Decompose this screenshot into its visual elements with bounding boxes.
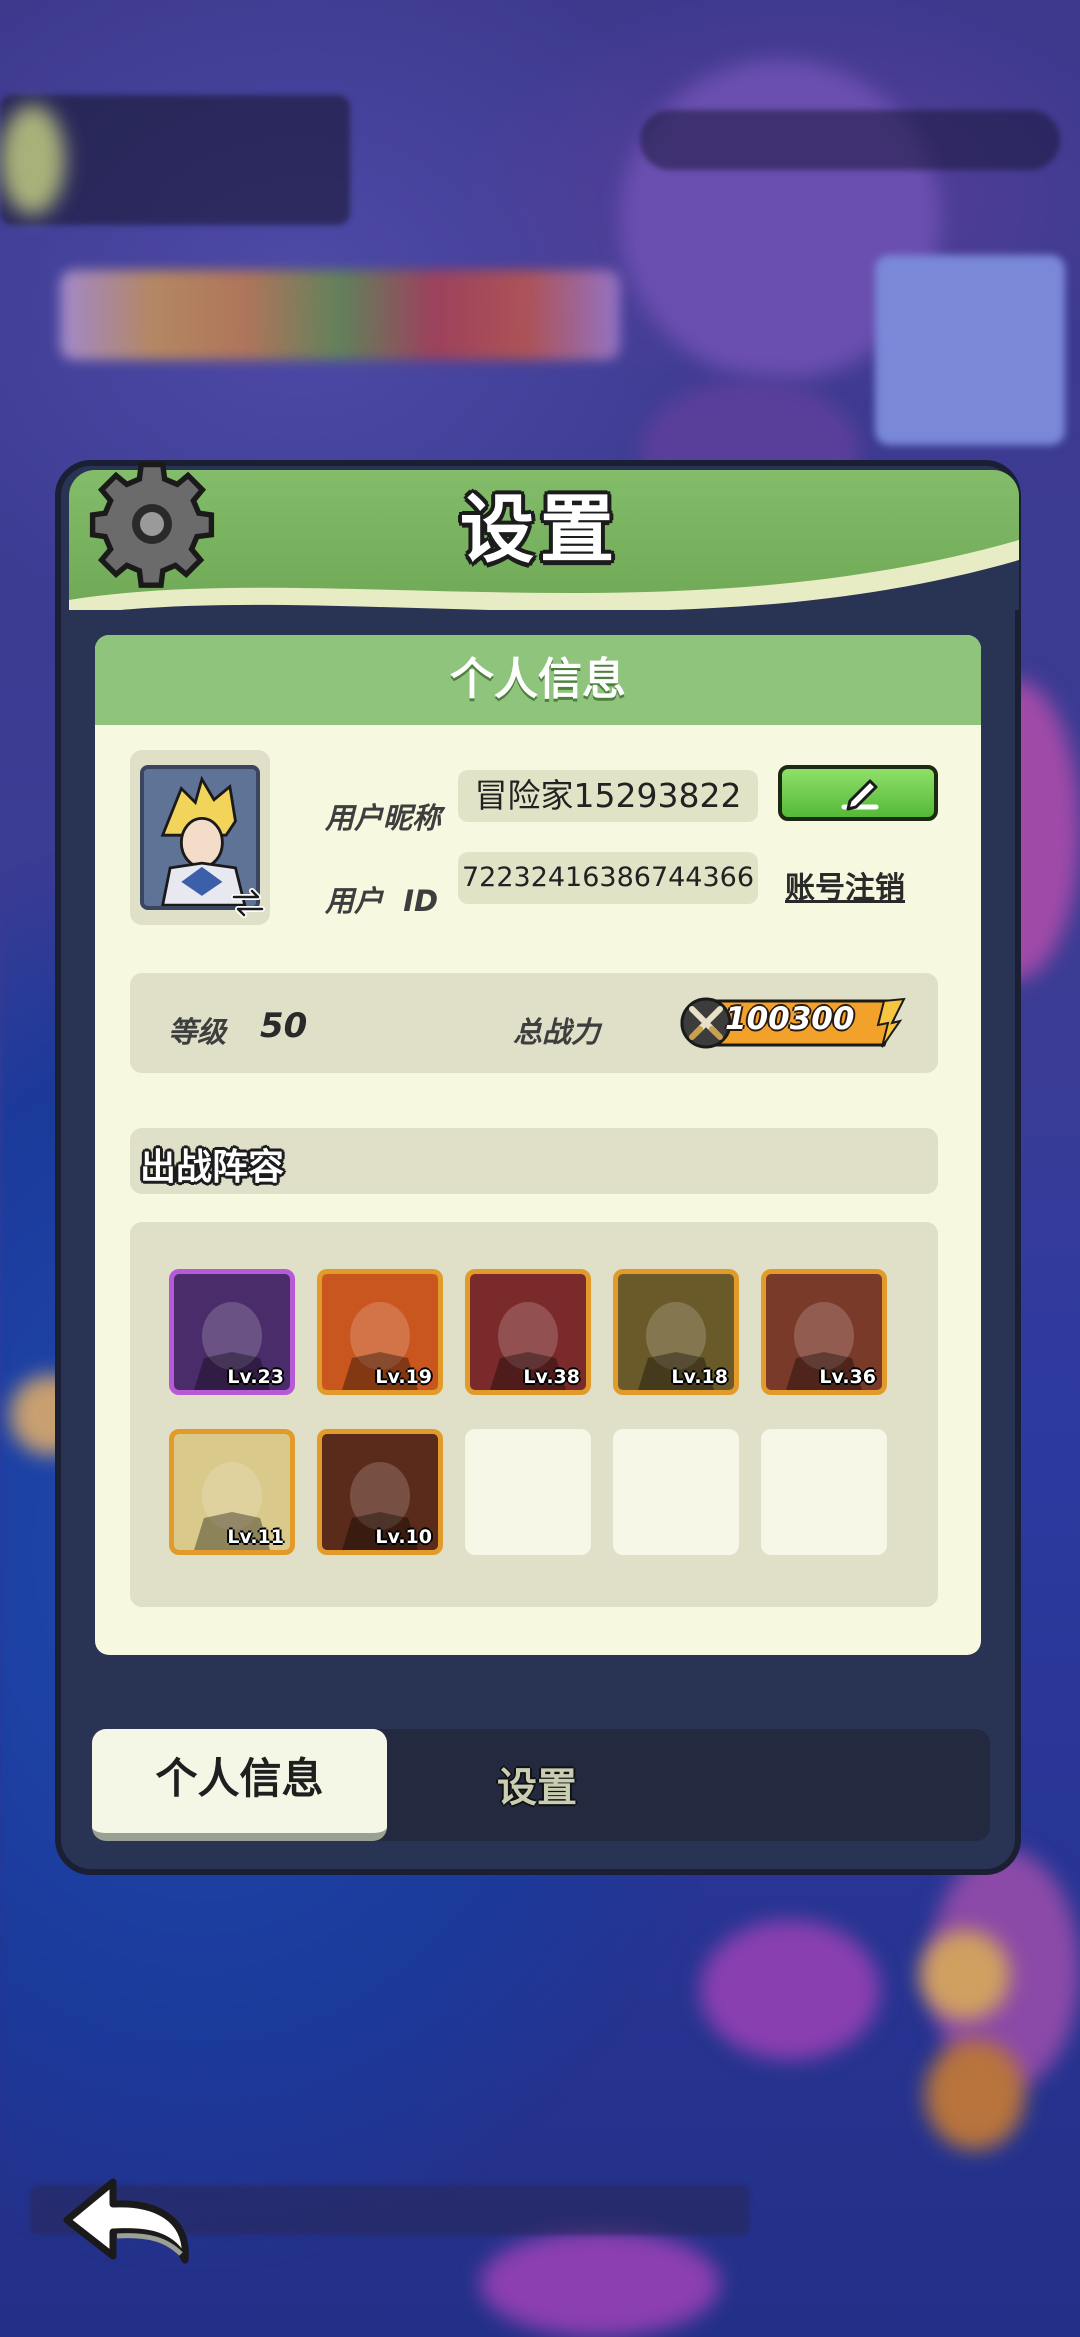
power-label: 总战力 xyxy=(513,1015,601,1049)
switch-avatar-icon[interactable] xyxy=(228,883,268,923)
hero-slot[interactable]: Lv.11 xyxy=(169,1429,295,1555)
team-header: 出战阵容 xyxy=(130,1128,938,1194)
team-title: 出战阵容 xyxy=(140,1147,285,1188)
hero-slot[interactable]: Lv.23 xyxy=(169,1269,295,1395)
tab-settings[interactable]: 设置 xyxy=(387,1729,687,1841)
user-id-field: 72232416386744366 xyxy=(458,852,758,904)
hero-slot[interactable]: Lv.18 xyxy=(613,1269,739,1395)
tab-personal-info[interactable]: 个人信息 xyxy=(92,1729,387,1841)
page-title: 设置 xyxy=(460,487,620,573)
hero-slot[interactable]: Lv.38 xyxy=(465,1269,591,1395)
background-event-icons xyxy=(60,270,620,360)
hero-level: Lv.19 xyxy=(375,1366,432,1388)
nickname-field: 冒险家15293822 xyxy=(458,770,758,822)
background-foliage xyxy=(700,1920,880,2060)
hero-slot[interactable]: Lv.10 xyxy=(317,1429,443,1555)
nickname-label: 用户昵称 xyxy=(325,801,442,835)
team-lineup: Lv.23 Lv.19 Lv.38 Lv.18 Lv.36 Lv.11 Lv.10 xyxy=(130,1222,938,1607)
hero-level: Lv.36 xyxy=(819,1366,876,1388)
personal-info-card: 个人信息 用户昵称 冒险家15293822 用户 ID 722324163867… xyxy=(95,635,981,1655)
empty-hero-slot[interactable] xyxy=(761,1429,887,1555)
hero-slot[interactable]: Lv.19 xyxy=(317,1269,443,1395)
account-cancel-link[interactable]: 账号注销 xyxy=(785,863,905,907)
hero-level: Lv.38 xyxy=(523,1366,580,1388)
crossed-swords-icon xyxy=(689,1006,723,1040)
tab-settings-label: 设置 xyxy=(497,1765,577,1811)
hero-level: Lv.11 xyxy=(227,1526,284,1548)
empty-hero-slot[interactable] xyxy=(465,1429,591,1555)
empty-hero-slot[interactable] xyxy=(613,1429,739,1555)
background-resource-bar xyxy=(640,110,1060,170)
level-value: 50 xyxy=(260,1006,308,1046)
card-header: 个人信息 xyxy=(95,635,981,725)
background-avatar xyxy=(0,105,65,215)
stats-row: 等级 50 总战力 100300 xyxy=(130,973,938,1073)
background-character xyxy=(920,1930,1010,2020)
edit-nickname-button[interactable] xyxy=(778,765,938,821)
background-character xyxy=(925,2040,1025,2150)
pencil-icon xyxy=(841,779,879,811)
hero-level: Lv.18 xyxy=(671,1366,728,1388)
tab-bar: 个人信息 设置 xyxy=(92,1729,990,1841)
hero-level: Lv.23 xyxy=(227,1366,284,1388)
hero-slot[interactable]: Lv.36 xyxy=(761,1269,887,1395)
background-minimap xyxy=(875,255,1065,445)
hero-level: Lv.10 xyxy=(375,1526,432,1548)
power-value: 100300 xyxy=(725,1001,855,1037)
back-arrow-icon[interactable] xyxy=(55,2170,205,2280)
background-foliage xyxy=(480,2230,720,2337)
user-id-label: 用户 ID xyxy=(325,884,439,918)
level-label: 等级 xyxy=(168,1015,227,1049)
avatar-frame[interactable] xyxy=(130,750,270,925)
